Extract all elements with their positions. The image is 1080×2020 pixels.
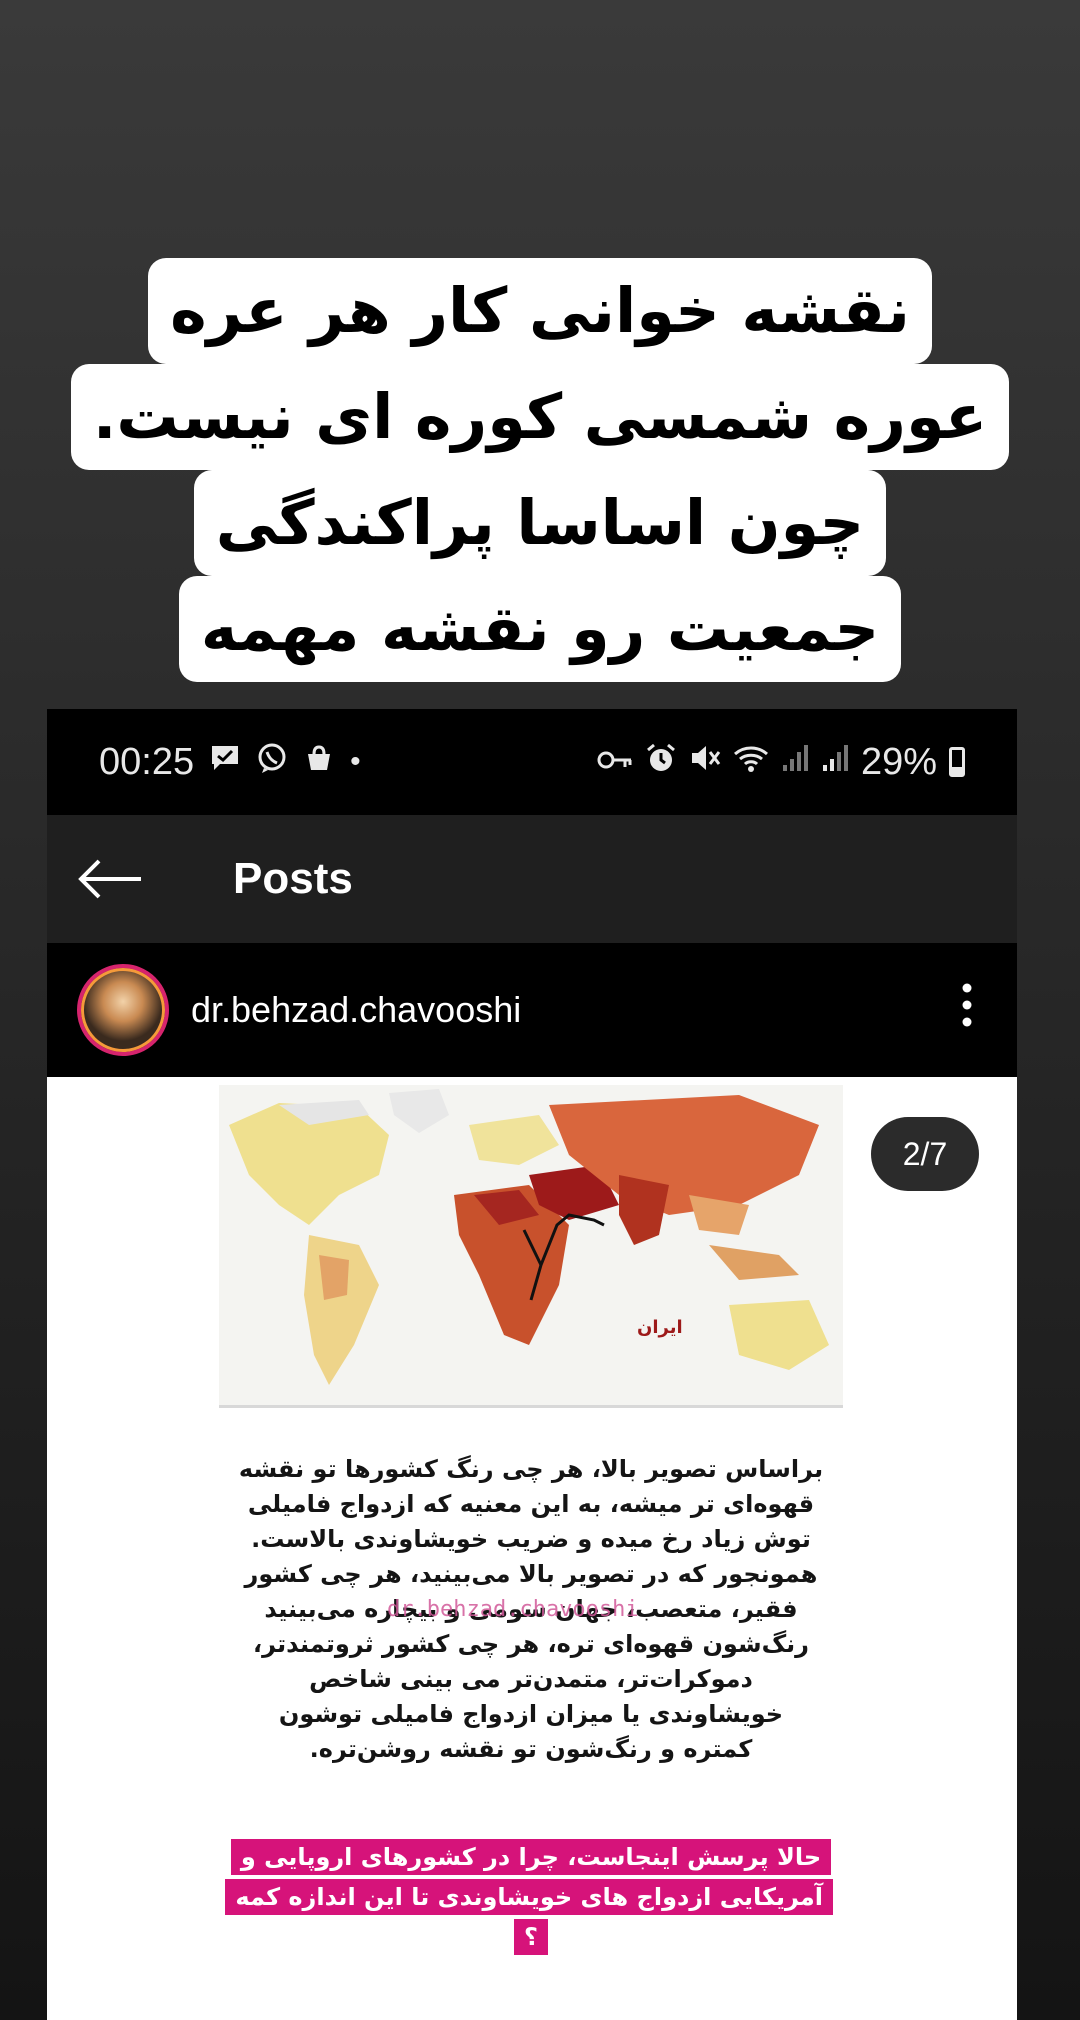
battery-icon	[949, 747, 965, 777]
more-options-icon[interactable]	[947, 983, 987, 1037]
viber-icon	[256, 742, 288, 782]
alarm-icon	[645, 742, 677, 782]
page-title: Posts	[233, 854, 353, 903]
body-line: قهوه‌ای تر میشه، به این معنیه که ازدواج …	[247, 1490, 815, 1518]
username-link[interactable]: dr.behzad.chavooshi	[191, 989, 521, 1031]
body-line: همونجور که در تصویر بالا می‌بینید، هر چی…	[244, 1560, 818, 1588]
caption-line-3: چون اساسا پراکندگی	[193, 470, 887, 576]
caption-line-2: عوره شمسی کوره ای نیست.	[70, 364, 1010, 470]
chat-icon	[210, 744, 240, 780]
status-bar: 00:25 • 29%	[47, 709, 1017, 815]
highlight-question: حالا پرسش اینجاست، چرا در کشورهای اروپای…	[225, 1837, 833, 1957]
body-line: خویشاوندی یا میزان ازدواج فامیلی توشون	[278, 1700, 784, 1728]
wifi-icon	[733, 743, 769, 781]
story-caption: نقشه خوانی کار هر عره عوره شمسی کوره ای …	[0, 258, 1080, 682]
highlight-text: حالا پرسش اینجاست، چرا در کشورهای اروپای…	[225, 1839, 833, 1955]
post-image[interactable]: ایران 2/7 براساس تصویر بالا، هر چی رنگ ک…	[47, 1077, 1017, 2020]
post-header: dr.behzad.chavooshi	[47, 943, 1017, 1077]
signal-icon	[781, 743, 809, 781]
map-label-iran: ایران	[637, 1317, 683, 1338]
carousel-counter: 2/7	[871, 1117, 979, 1191]
signal-icon	[821, 743, 849, 781]
body-line: توش زیاد رخ میده و ضریب خویشاوندی بالاست…	[251, 1525, 811, 1553]
body-line: براساس تصویر بالا، هر چی رنگ کشورها تو ن…	[238, 1455, 824, 1483]
app-bar: Posts	[47, 815, 1017, 943]
watermark-text: dr.behzad.chavooshi	[387, 1597, 639, 1622]
caption-line-1: نقشه خوانی کار هر عره	[148, 258, 932, 364]
mute-icon	[689, 743, 721, 781]
caption-line-4: جمعیت رو نقشه مهمه	[178, 576, 902, 682]
body-line: رنگ‌شون قهوه‌ای تره، هر چی کشور ثروتمندت…	[253, 1630, 809, 1658]
arrow-left-icon[interactable]	[77, 844, 187, 914]
body-line: دموکرات‌تر، متمدن‌تر می بینی شاخص	[309, 1665, 753, 1693]
battery-percent: 29%	[860, 740, 937, 783]
key-icon	[597, 745, 633, 779]
world-map: ایران	[219, 1085, 843, 1408]
avatar[interactable]	[77, 964, 169, 1056]
embedded-screenshot: 00:25 • 29% Posts dr.behzad.chavooshi ای…	[47, 709, 1017, 2020]
dot-icon: •	[350, 745, 361, 778]
clock-time: 00:25	[99, 740, 195, 783]
shop-bag-icon	[304, 743, 334, 781]
body-line: کمتره و رنگ‌شون تو نقشه روشن‌تره.	[309, 1735, 753, 1763]
